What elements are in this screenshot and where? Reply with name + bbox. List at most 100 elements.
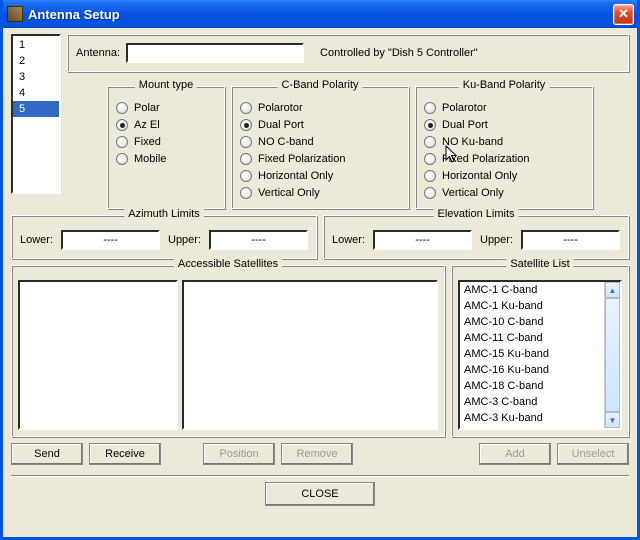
antenna-list-item[interactable]: 1	[13, 37, 59, 53]
cband-option[interactable]: Vertical Only	[240, 185, 400, 201]
accessible-list-right[interactable]	[182, 280, 438, 430]
az-upper-value[interactable]: ----	[209, 230, 308, 250]
window-close-button[interactable]: ✕	[613, 4, 634, 25]
mount-option-label: Mobile	[134, 153, 166, 165]
cband-option[interactable]: Horizontal Only	[240, 168, 400, 184]
cband-option-label: Polarotor	[258, 102, 303, 114]
kuband-option-label: Vertical Only	[442, 187, 504, 199]
radio-icon	[424, 136, 436, 148]
elevation-limits-group: Elevation Limits Lower: ---- Upper: ----	[323, 215, 629, 259]
cband-option[interactable]: Polarotor	[240, 100, 400, 116]
cband-group: C-Band Polarity PolarotorDual PortNO C-b…	[231, 86, 409, 209]
radio-icon	[424, 102, 436, 114]
satellite-list-panel: Satellite List AMC-1 C-bandAMC-1 Ku-band…	[451, 265, 629, 437]
satellite-list-item[interactable]: AMC-1 C-band	[460, 282, 604, 298]
radio-icon	[116, 136, 128, 148]
controlled-by-label: Controlled by "Dish 5 Controller"	[320, 47, 478, 59]
accessible-legend: Accessible Satellites	[174, 258, 282, 270]
satellite-list-item[interactable]: AMC-10 C-band	[460, 314, 604, 330]
satellite-list-item[interactable]: AMC-3 Ku-band	[460, 410, 604, 426]
satellite-listbox[interactable]: AMC-1 C-bandAMC-1 Ku-bandAMC-10 C-bandAM…	[458, 280, 622, 430]
cband-option[interactable]: NO C-band	[240, 134, 400, 150]
mount-option-label: Fixed	[134, 136, 161, 148]
kuband-option[interactable]: NO Ku-band	[424, 134, 584, 150]
radio-icon	[424, 187, 436, 199]
radio-icon	[240, 170, 252, 182]
satlist-scrollbar[interactable]: ▲ ▼	[604, 282, 620, 428]
mount-type-group: Mount type PolarAz ElFixedMobile	[107, 86, 225, 209]
radio-icon	[116, 102, 128, 114]
satellite-list-item[interactable]: AMC-3 C-band	[460, 394, 604, 410]
radio-icon	[240, 119, 252, 131]
cband-option-label: Dual Port	[258, 119, 304, 131]
radio-icon	[240, 136, 252, 148]
cband-option[interactable]: Fixed Polarization	[240, 151, 400, 167]
radio-icon	[240, 153, 252, 165]
antenna-list-item[interactable]: 4	[13, 85, 59, 101]
azimuth-limits-group: Azimuth Limits Lower: ---- Upper: ----	[11, 215, 317, 259]
cband-option-label: Vertical Only	[258, 187, 320, 199]
cband-legend: C-Band Polarity	[277, 79, 362, 91]
satellite-list-item[interactable]: AMC-1 Ku-band	[460, 298, 604, 314]
kuband-option[interactable]: Horizontal Only	[424, 168, 584, 184]
close-strip: CLOSE	[11, 475, 629, 506]
cband-option-label: Fixed Polarization	[258, 153, 345, 165]
antenna-list-item[interactable]: 3	[13, 69, 59, 85]
satellite-list-item[interactable]: AMC-18 C-band	[460, 378, 604, 394]
scroll-up-icon[interactable]: ▲	[605, 282, 620, 298]
mount-option-label: Polar	[134, 102, 160, 114]
unselect-button[interactable]: Unselect	[557, 443, 629, 465]
radio-icon	[116, 153, 128, 165]
azimuth-legend: Azimuth Limits	[124, 208, 204, 220]
satellite-list-item[interactable]: AMC-15 Ku-band	[460, 346, 604, 362]
elevation-legend: Elevation Limits	[433, 208, 518, 220]
satellite-list-item[interactable]: AMC-16 Ku-band	[460, 362, 604, 378]
kuband-option[interactable]: Fixed Polarization	[424, 151, 584, 167]
antenna-setup-window: Antenna Setup ✕ 12345 Antenna: Controlle…	[0, 0, 640, 540]
scroll-down-icon[interactable]: ▼	[605, 412, 620, 428]
kuband-group: Ku-Band Polarity PolarotorDual PortNO Ku…	[415, 86, 593, 209]
az-upper-label: Upper:	[168, 234, 201, 246]
satellite-list-item[interactable]: AMC-11 C-band	[460, 330, 604, 346]
close-button[interactable]: CLOSE	[265, 482, 375, 506]
scroll-thumb[interactable]	[605, 298, 620, 412]
kuband-option-label: Fixed Polarization	[442, 153, 529, 165]
el-lower-label: Lower:	[332, 234, 365, 246]
kuband-option[interactable]: Vertical Only	[424, 185, 584, 201]
radio-icon	[240, 102, 252, 114]
kuband-option-label: NO Ku-band	[442, 136, 503, 148]
mount-option[interactable]: Az El	[116, 117, 216, 133]
radio-icon	[424, 119, 436, 131]
antenna-list-item[interactable]: 2	[13, 53, 59, 69]
kuband-option[interactable]: Dual Port	[424, 117, 584, 133]
antenna-label: Antenna:	[76, 47, 120, 59]
mount-option[interactable]: Mobile	[116, 151, 216, 167]
cband-option-label: Horizontal Only	[258, 170, 333, 182]
accessible-satellites-panel: Accessible Satellites	[11, 265, 445, 437]
antenna-name-input[interactable]	[126, 43, 304, 63]
cband-option[interactable]: Dual Port	[240, 117, 400, 133]
antenna-list-item[interactable]: 5	[13, 101, 59, 117]
mount-type-legend: Mount type	[135, 79, 197, 91]
kuband-option-label: Polarotor	[442, 102, 487, 114]
kuband-option[interactable]: Polarotor	[424, 100, 584, 116]
send-button[interactable]: Send	[11, 443, 83, 465]
accessible-list-left[interactable]	[18, 280, 178, 430]
mount-option[interactable]: Fixed	[116, 134, 216, 150]
add-button[interactable]: Add	[479, 443, 551, 465]
mount-option[interactable]: Polar	[116, 100, 216, 116]
az-lower-label: Lower:	[20, 234, 53, 246]
titlebar: Antenna Setup ✕	[3, 0, 637, 28]
client-area: 12345 Antenna: Controlled by "Dish 5 Con…	[3, 28, 637, 514]
el-upper-value[interactable]: ----	[521, 230, 620, 250]
el-lower-value[interactable]: ----	[373, 230, 472, 250]
radio-icon	[116, 119, 128, 131]
position-button[interactable]: Position	[203, 443, 275, 465]
receive-button[interactable]: Receive	[89, 443, 161, 465]
radio-icon	[424, 153, 436, 165]
kuband-legend: Ku-Band Polarity	[459, 79, 550, 91]
app-icon	[7, 6, 23, 22]
antenna-listbox[interactable]: 12345	[11, 34, 61, 194]
remove-button[interactable]: Remove	[281, 443, 353, 465]
az-lower-value[interactable]: ----	[61, 230, 160, 250]
